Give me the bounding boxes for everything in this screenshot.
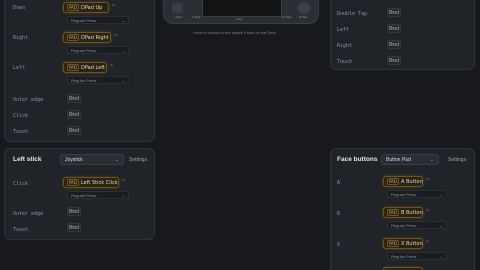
- bind-button[interactable]: Bind: [387, 40, 401, 49]
- row-label-right: Right: [337, 43, 353, 49]
- remove-icon[interactable]: ×: [426, 208, 429, 214]
- settings-link[interactable]: Settings: [448, 157, 466, 163]
- activation-dropdown[interactable]: Regular Press ⌄: [387, 190, 447, 198]
- label-rstick: R Stick: [282, 15, 292, 19]
- binding-label: Left Stick Click: [80, 179, 118, 186]
- bind-button[interactable]: Bind: [67, 94, 81, 103]
- chevron-down-icon: ⌄: [121, 18, 125, 23]
- remove-icon[interactable]: ×: [112, 3, 115, 9]
- binding-left-stick-click[interactable]: PAD Left Stick Click: [63, 177, 119, 188]
- activation-dropdown[interactable]: Regular Press ⌄: [67, 76, 129, 84]
- chevron-down-icon: ⌄: [439, 192, 443, 197]
- label-lpad: L Pad: [174, 15, 182, 19]
- binding-label: DPad Right: [80, 34, 109, 41]
- activation-value: Regular Press: [391, 192, 417, 197]
- mode-select[interactable]: Button Pad ⌄: [381, 154, 439, 165]
- bind-button[interactable]: Bind: [67, 223, 81, 232]
- activation-value: Regular Press: [391, 223, 417, 228]
- section-title: Left stick: [13, 156, 42, 163]
- right-top-panel: Double Tap Bind Left Bind Right Bind Tou…: [330, 0, 475, 70]
- chevron-down-icon: ⌄: [439, 254, 443, 259]
- row-label-x: X: [337, 242, 341, 248]
- row-label-click: Click: [13, 181, 29, 187]
- activation-dropdown[interactable]: Regular Press ⌄: [387, 221, 447, 229]
- row-label-outer-edge: Outer edge: [13, 97, 44, 103]
- binding-label: DPad Left: [80, 64, 105, 71]
- remove-icon[interactable]: ×: [122, 178, 125, 184]
- activation-dropdown[interactable]: Regular Press ⌄: [387, 252, 447, 260]
- left-stick-panel: Left stick Joystick ⌄ Settings Click PAD …: [4, 148, 155, 240]
- row-label-left: Left: [13, 65, 26, 71]
- chevron-down-icon: ⌄: [439, 223, 443, 228]
- pad-tag: PAD: [67, 4, 79, 11]
- chevron-down-icon: ⌄: [429, 157, 434, 163]
- row-label-outer-edge: Outer edge: [13, 211, 44, 217]
- bind-button[interactable]: Bind: [67, 207, 81, 216]
- deck-preview[interactable]: L Pad L Stick View R Stick R Pad: [163, 0, 319, 24]
- binding-x-button[interactable]: PAD X Button: [383, 238, 423, 249]
- pad-tag: PAD: [67, 179, 79, 186]
- bind-button[interactable]: Bind: [387, 24, 401, 33]
- row-label-b: B: [337, 211, 341, 217]
- row-label-click: Click: [13, 113, 29, 119]
- row-label-down: Down: [13, 5, 26, 11]
- chevron-down-icon: ⌄: [121, 78, 125, 83]
- bind-button[interactable]: Bind: [387, 8, 401, 17]
- row-label-touch: Touch: [337, 59, 353, 65]
- bind-button[interactable]: Bind: [67, 110, 81, 119]
- chevron-down-icon: ⌄: [121, 48, 125, 53]
- binding-label: X Button: [400, 240, 423, 247]
- activation-value: Regular Press: [71, 48, 97, 53]
- chevron-down-icon: ⌄: [114, 157, 119, 163]
- label-rpad: R Pad: [299, 15, 308, 19]
- deck-hint: Hover a section to see simple it links o…: [193, 31, 276, 35]
- activation-value: Regular Press: [71, 78, 97, 83]
- activation-dropdown[interactable]: Regular Press ⌄: [67, 191, 129, 199]
- binding-dpad-left[interactable]: PAD DPad Left: [63, 62, 107, 73]
- activation-dropdown[interactable]: Regular Press ⌄: [67, 16, 129, 24]
- row-label-a: A: [337, 180, 341, 186]
- pad-tag: PAD: [387, 209, 399, 216]
- pad-tag: PAD: [67, 34, 79, 41]
- deck-screen: [202, 0, 282, 17]
- dpad-panel: Down PAD DPad Up × Regular Press ⌄ Right …: [4, 0, 155, 142]
- label-lstick: L Stick: [192, 15, 201, 19]
- row-label-right: Right: [13, 35, 29, 41]
- chevron-down-icon: ⌄: [121, 193, 125, 198]
- binding-a-button[interactable]: PAD A Button: [383, 176, 423, 187]
- settings-link[interactable]: Settings: [129, 157, 147, 163]
- pad-tag: PAD: [387, 240, 399, 247]
- binding-dpad-up[interactable]: PAD DPad Up: [63, 2, 109, 13]
- dpad-icon: [172, 3, 182, 13]
- activation-dropdown[interactable]: Regular Press ⌄: [67, 46, 129, 54]
- binding-b-button[interactable]: PAD B Button: [383, 207, 423, 218]
- bind-button[interactable]: Bind: [387, 56, 401, 65]
- pad-tag: PAD: [67, 64, 79, 71]
- label-view: View: [236, 17, 243, 21]
- bind-button[interactable]: Bind: [67, 126, 81, 135]
- activation-value: Regular Press: [71, 193, 97, 198]
- binding-label: A Button: [400, 178, 423, 185]
- remove-icon[interactable]: ×: [110, 63, 113, 69]
- row-label-double-tap: Double Tap: [337, 11, 368, 17]
- mode-select[interactable]: Joystick ⌄: [60, 154, 124, 165]
- mode-value: Joystick: [65, 157, 83, 163]
- face-buttons-panel: Face buttons Button Pad ⌄ Settings A PAD …: [330, 148, 475, 270]
- binding-label: DPad Up: [80, 4, 103, 11]
- face-buttons-icon: [298, 2, 310, 14]
- row-label-left: Left: [337, 27, 350, 33]
- remove-icon[interactable]: ×: [426, 239, 429, 245]
- binding-label: B Button: [400, 209, 423, 216]
- section-title: Face buttons: [337, 156, 378, 163]
- activation-value: Regular Press: [71, 18, 97, 23]
- mode-value: Button Pad: [386, 157, 411, 163]
- activation-value: Regular Press: [391, 254, 417, 259]
- row-label-touch: Touch: [13, 227, 29, 233]
- remove-icon[interactable]: ×: [114, 33, 117, 39]
- row-label-touch: Touch: [13, 129, 29, 135]
- pad-tag: PAD: [387, 178, 399, 185]
- binding-dpad-right[interactable]: PAD DPad Right: [63, 32, 111, 43]
- remove-icon[interactable]: ×: [426, 177, 429, 183]
